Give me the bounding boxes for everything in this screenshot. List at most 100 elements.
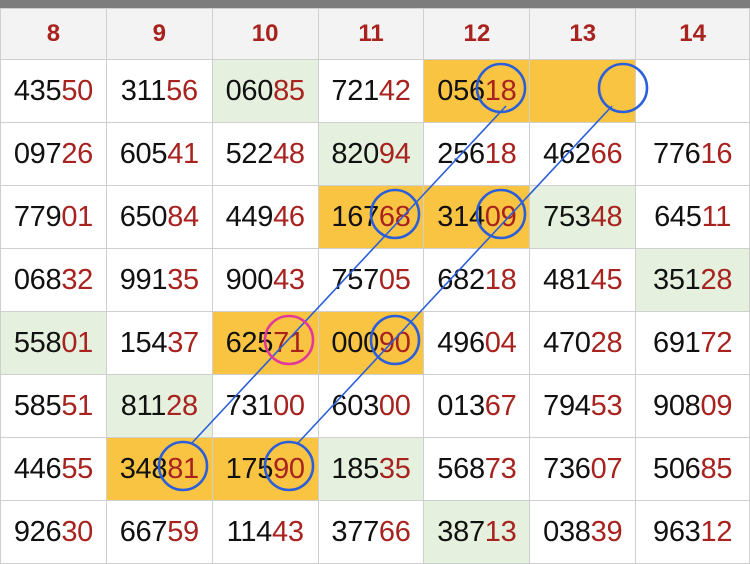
number-prefix: 435 — [13, 74, 62, 107]
number-tail-digits: 05 — [378, 263, 411, 296]
number-prefix: 522 — [225, 137, 274, 170]
number-cell: 81128 — [105, 374, 213, 438]
number-tail-digits: 18 — [484, 137, 517, 170]
number-cell: 65084 — [105, 185, 213, 249]
number-prefix: 175 — [225, 452, 274, 485]
number-prefix: 038 — [543, 515, 591, 548]
number-tail-digits: 50 — [61, 74, 94, 107]
number-prefix: 013 — [437, 389, 485, 422]
number-prefix: 900 — [225, 263, 274, 296]
number-prefix: 926 — [13, 515, 62, 548]
number-tail-digits: 42 — [378, 74, 411, 107]
number-tail-digits: 13 — [484, 515, 517, 548]
number-tail-digits: 12 — [700, 515, 733, 548]
number-tail-digits: 41 — [167, 137, 199, 170]
number-cell: 66759 — [105, 500, 213, 564]
number-cell: 35128 — [635, 248, 750, 312]
table-body: 43550 31156 06085 72142 05618 09726 60541 52248… — [0, 59, 750, 564]
table-row: 77901 65084 44946 16768 31409 75348 64511 — [0, 185, 750, 249]
number-prefix: 776 — [652, 137, 701, 170]
number-tail-digits: 66 — [590, 137, 623, 170]
table-row: 92630 66759 11443 37766 38713 03839 96312 — [0, 500, 750, 564]
number-prefix: 114 — [226, 515, 273, 548]
number-prefix: 167 — [331, 200, 379, 233]
number-tail-digits: 73 — [484, 452, 517, 485]
column-header-8: 8 — [0, 8, 107, 60]
number-tail-digits: 26 — [61, 137, 94, 170]
number-tail-digits: 85 — [273, 74, 305, 107]
number-prefix: 097 — [13, 137, 62, 170]
number-tail-digits: 28 — [166, 389, 198, 422]
number-prefix: 377 — [331, 515, 379, 548]
number-prefix: 314 — [437, 200, 485, 233]
number-tail-digits: 32 — [61, 263, 94, 296]
number-prefix: 645 — [654, 200, 702, 233]
number-tail-digits: 16 — [700, 137, 733, 170]
number-cell: 17590 — [211, 437, 319, 501]
number-cell: 43550 — [0, 59, 107, 123]
number-prefix: 779 — [13, 200, 62, 233]
number-cell: 06832 — [0, 248, 107, 312]
number-cell: 60300 — [317, 374, 425, 438]
column-header-12: 12 — [423, 8, 531, 60]
number-tail-digits: 68 — [378, 200, 411, 233]
number-prefix: 757 — [331, 263, 379, 296]
number-cell: 05618 — [423, 59, 531, 123]
table-row: 44655 34881 17590 18535 56873 73607 50685 — [0, 437, 750, 501]
number-prefix: 691 — [652, 326, 701, 359]
number-cell: 62571 — [211, 311, 319, 375]
number-cell: 58551 — [0, 374, 107, 438]
column-header-14: 14 — [635, 8, 750, 60]
number-tail-digits: 35 — [378, 452, 411, 485]
number-prefix: 449 — [225, 200, 274, 233]
number-cell: 68218 — [423, 248, 531, 312]
number-cell: 44946 — [211, 185, 319, 249]
number-cell: 34881 — [105, 437, 213, 501]
number-tail-digits: 28 — [700, 263, 733, 296]
number-cell: 75705 — [317, 248, 425, 312]
number-prefix: 311 — [120, 74, 167, 107]
table-row: 58551 81128 73100 60300 01367 79453 90809 — [0, 374, 750, 438]
number-prefix: 351 — [652, 263, 701, 296]
number-cell: 01367 — [423, 374, 531, 438]
number-prefix: 185 — [331, 452, 379, 485]
number-cell: 25618 — [423, 122, 531, 186]
number-tail-digits: 45 — [590, 263, 623, 296]
lottery-number-table: 8 9 10 11 12 13 14 43550 31156 06085 72142 05618 09… — [0, 8, 750, 564]
number-cell: 90809 — [635, 374, 750, 438]
column-header-11: 11 — [317, 8, 425, 60]
number-prefix: 348 — [119, 452, 168, 485]
number-prefix: 000 — [331, 326, 379, 359]
number-cell: 00090 — [317, 311, 425, 375]
number-prefix: 256 — [437, 137, 485, 170]
number-cell: 37766 — [317, 500, 425, 564]
number-prefix: 667 — [119, 515, 168, 548]
number-cell: 55801 — [0, 311, 107, 375]
number-tail-digits: 04 — [484, 326, 517, 359]
number-prefix: 811 — [120, 389, 167, 422]
number-prefix: 056 — [437, 74, 485, 107]
number-tail-digits: 85 — [700, 452, 733, 485]
number-tail-digits: 09 — [700, 389, 733, 422]
number-cell: 31409 — [423, 185, 531, 249]
number-tail-digits: 09 — [484, 200, 517, 233]
number-tail-digits: 00 — [378, 389, 411, 422]
number-cell: 64511 — [635, 185, 750, 249]
number-tail-digits: 81 — [167, 452, 199, 485]
number-tail-digits: 84 — [167, 200, 199, 233]
number-cell: 31156 — [105, 59, 213, 123]
number-cell: 82094 — [317, 122, 425, 186]
number-cell: 38713 — [423, 500, 531, 564]
number-tail-digits: 66 — [378, 515, 411, 548]
number-prefix: 496 — [437, 326, 485, 359]
number-prefix: 585 — [13, 389, 62, 422]
number-tail-digits: 18 — [484, 263, 517, 296]
number-prefix: 470 — [543, 326, 591, 359]
number-prefix: 154 — [119, 326, 168, 359]
number-tail-digits: 59 — [167, 515, 199, 548]
number-cell: 50685 — [635, 437, 750, 501]
number-cell: 79453 — [529, 374, 637, 438]
number-cell: 49604 — [423, 311, 531, 375]
number-tail-digits: 30 — [61, 515, 94, 548]
number-cell: 73100 — [211, 374, 319, 438]
